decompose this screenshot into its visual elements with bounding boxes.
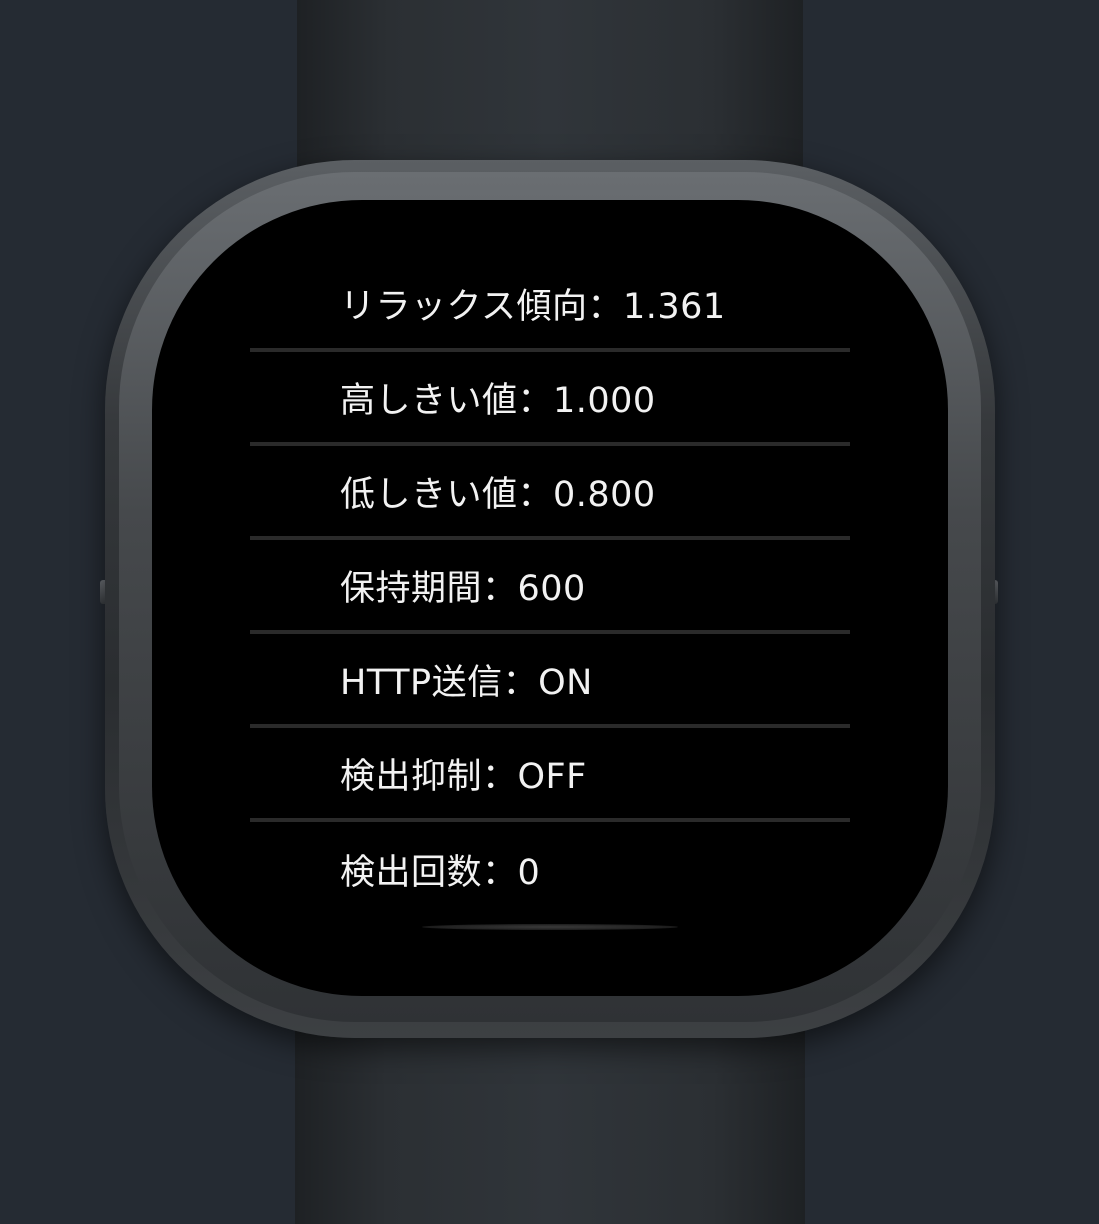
list-item-label: 高しきい値：1.000 (340, 380, 656, 421)
list-item-label: 低しきい値：0.800 (340, 474, 656, 515)
list-item-detection-count[interactable]: 検出回数：0 (250, 822, 850, 916)
settings-list: リラックス傾向：1.361 高しきい値：1.000 低しきい値：0.800 保持… (250, 258, 850, 916)
watch-screen: リラックス傾向：1.361 高しきい値：1.000 低しきい値：0.800 保持… (152, 200, 948, 996)
list-item-low-threshold[interactable]: 低しきい値：0.800 (250, 446, 850, 540)
list-item-label: リラックス傾向：1.361 (340, 286, 726, 327)
list-item-label: 保持期間：600 (340, 568, 586, 609)
list-item-label: HTTP送信：ON (340, 662, 593, 703)
scroll-indicator (422, 924, 678, 930)
list-item-http-send[interactable]: HTTP送信：ON (250, 634, 850, 728)
list-item-relax-tendency[interactable]: リラックス傾向：1.361 (250, 258, 850, 352)
list-item-hold-period[interactable]: 保持期間：600 (250, 540, 850, 634)
list-item-detection-suppression[interactable]: 検出抑制：OFF (250, 728, 850, 822)
list-item-label: 検出回数：0 (340, 852, 541, 893)
list-item-high-threshold[interactable]: 高しきい値：1.000 (250, 352, 850, 446)
list-item-label: 検出抑制：OFF (340, 756, 587, 797)
